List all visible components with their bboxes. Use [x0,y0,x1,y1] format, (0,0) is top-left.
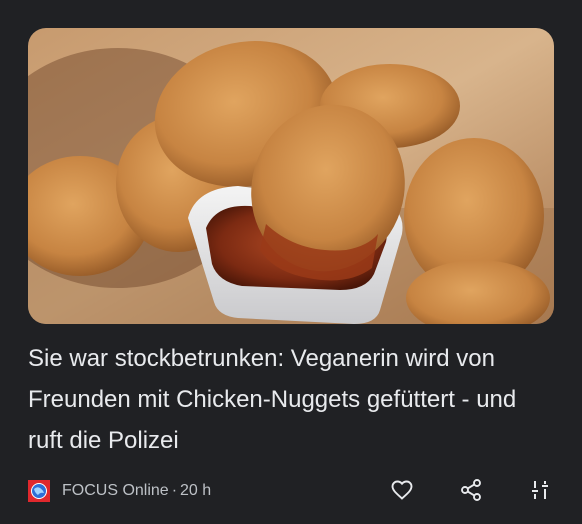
share-icon [461,479,481,501]
meta-separator: · [171,482,178,499]
source-logo-icon [28,480,50,502]
article-headline[interactable]: Sie war stockbetrunken: Veganerin wird v… [28,338,554,461]
share-button[interactable] [455,474,487,506]
news-card: Sie war stockbetrunken: Veganerin wird v… [0,0,582,524]
more-options-button[interactable] [524,474,556,506]
like-button[interactable] [386,474,418,506]
article-meta: FOCUS Online · 20 h [28,476,211,506]
article-image[interactable] [28,28,554,324]
source-name[interactable]: FOCUS Online [62,482,169,500]
heart-outline-icon [391,480,413,500]
article-age: 20 h [180,482,212,499]
tune-sliders-icon [532,481,548,499]
